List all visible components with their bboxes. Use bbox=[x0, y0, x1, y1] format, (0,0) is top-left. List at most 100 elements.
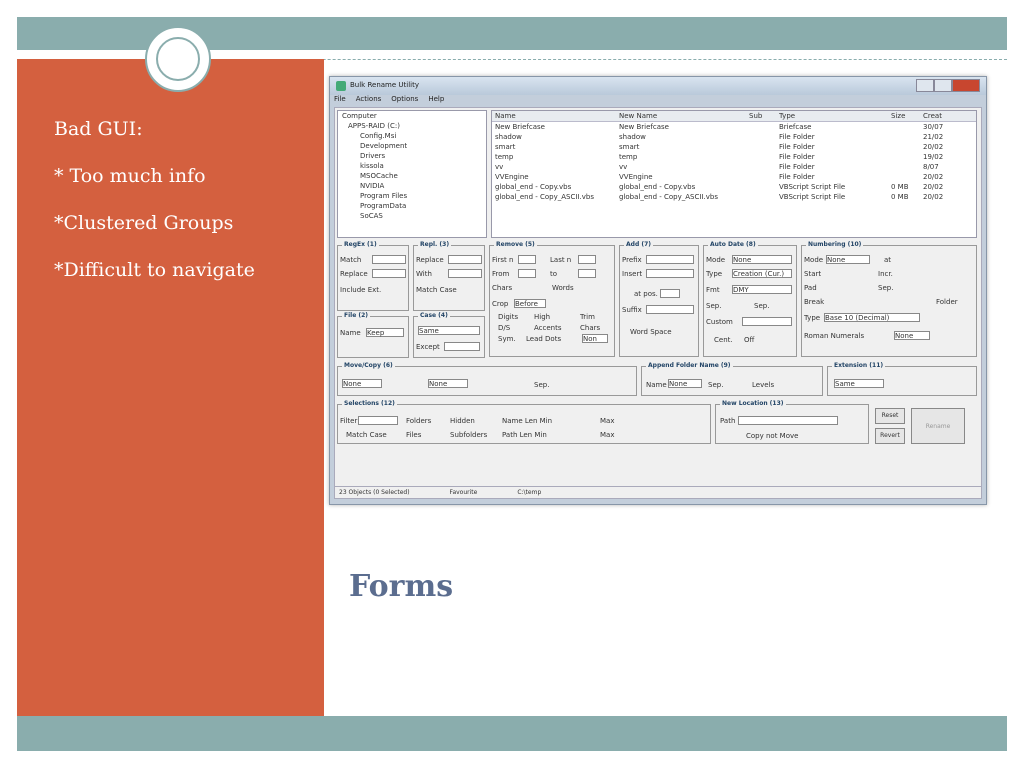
label-mode: Mode bbox=[706, 256, 726, 264]
label-folders: Folders bbox=[406, 417, 432, 425]
label-except: Except bbox=[416, 343, 440, 351]
move-copy-value-2: None bbox=[429, 380, 448, 388]
bullet-item: * Too much info bbox=[54, 165, 206, 187]
bullet-item: *Clustered Groups bbox=[54, 212, 234, 234]
file-new-name: global_end - Copy_ASCII.vbs bbox=[619, 193, 718, 201]
type-value: Creation (Cur.) bbox=[733, 270, 785, 278]
group-numbering: Numbering (10) Mode None at Start Incr. … bbox=[801, 241, 977, 357]
except-field bbox=[444, 342, 480, 351]
label-max: Max bbox=[600, 431, 615, 439]
group-regex: RegEx (1) Match Replace Include Ext. bbox=[337, 241, 409, 311]
status-path: C:\temp bbox=[517, 489, 542, 496]
group-label: Selections (12) bbox=[342, 400, 397, 407]
bottom-accent-bar bbox=[17, 716, 1007, 751]
label-words: Words bbox=[552, 284, 574, 292]
label-match-case: Match Case bbox=[416, 286, 457, 294]
file-name: global_end - Copy_ASCII.vbs bbox=[495, 193, 594, 201]
file-type: File Folder bbox=[779, 133, 815, 141]
file-sub bbox=[749, 172, 779, 182]
label-with: With bbox=[416, 270, 432, 278]
label-replace: Replace bbox=[416, 256, 444, 264]
group-label: RegEx (1) bbox=[342, 241, 379, 248]
path-field bbox=[738, 416, 838, 425]
col-type: Type bbox=[779, 112, 796, 120]
file-sub bbox=[749, 152, 779, 162]
last-n-field bbox=[578, 255, 596, 264]
file-sub bbox=[749, 192, 779, 202]
crop-value: Before bbox=[515, 300, 538, 308]
label-filter: Filter bbox=[340, 417, 358, 425]
menu-help: Help bbox=[428, 95, 445, 103]
status-objects: 23 Objects (0 Selected) bbox=[339, 489, 410, 496]
tree-item: Program Files bbox=[360, 192, 408, 200]
label-seg: Sep. bbox=[754, 302, 770, 310]
roman-select: None bbox=[894, 331, 930, 340]
num-type-select: Base 10 (Decimal) bbox=[824, 313, 920, 322]
menu-file: File bbox=[334, 95, 346, 103]
label-fmt: Fmt bbox=[706, 286, 720, 294]
case-value: Same bbox=[419, 327, 439, 335]
replace-field bbox=[372, 269, 406, 278]
tree-item: Computer bbox=[342, 112, 377, 120]
group-auto-date: Auto Date (8) Mode None Type Creation (C… bbox=[703, 241, 797, 357]
group-remove: Remove (5) First n Last n From to Chars … bbox=[489, 241, 615, 357]
label-start: Start bbox=[804, 270, 822, 278]
label-insert: Insert bbox=[622, 270, 643, 278]
menu-bar: File Actions Options Help bbox=[334, 95, 444, 107]
label-ds: D/S bbox=[498, 324, 511, 332]
status-favourite: Favourite bbox=[449, 489, 478, 496]
file-sub bbox=[749, 122, 779, 132]
col-size: Size bbox=[891, 112, 906, 120]
file-type: VBScript Script File bbox=[779, 193, 846, 201]
label-high: High bbox=[534, 313, 551, 321]
label-include-ext: Include Ext. bbox=[340, 286, 382, 294]
bullet-item: *Difficult to navigate bbox=[54, 259, 255, 281]
file-type: File Folder bbox=[779, 143, 815, 151]
group-new-location: New Location (13) Path Copy not Move bbox=[715, 400, 869, 444]
folder-tree: Computer APPS-RAID (C:) Config.Msi Devel… bbox=[337, 110, 487, 238]
file-size bbox=[891, 152, 923, 162]
file-type: Briefcase bbox=[779, 123, 812, 131]
file-created: 20/02 bbox=[923, 193, 944, 201]
label-off: Off bbox=[744, 336, 755, 344]
label-type: Type bbox=[804, 314, 821, 322]
label-suffix: Suffix bbox=[622, 306, 642, 314]
file-name: temp bbox=[495, 153, 514, 161]
col-name: Name bbox=[495, 112, 516, 120]
name-value: Keep bbox=[367, 329, 385, 337]
tree-item: APPS-RAID (C:) bbox=[348, 122, 400, 130]
col-created: Creat bbox=[923, 112, 942, 120]
file-created: 8/07 bbox=[923, 163, 939, 171]
mode-select: None bbox=[732, 255, 792, 264]
file-new-name: New Briefcase bbox=[619, 123, 669, 131]
file-created: 19/02 bbox=[923, 153, 944, 161]
slide: Bad GUI: * Too much info *Clustered Grou… bbox=[17, 17, 1007, 751]
group-label: Move/Copy (6) bbox=[342, 362, 395, 369]
file-type: File Folder bbox=[779, 153, 815, 161]
label-name: Name bbox=[646, 381, 667, 389]
file-name: shadow bbox=[495, 133, 522, 141]
group-extension: Extension (11) Same bbox=[827, 362, 977, 396]
group-file: File (2) Name Keep bbox=[337, 312, 409, 358]
file-row: vv vv File Folder 8/07 bbox=[492, 162, 976, 172]
label-sym: Sym. bbox=[498, 335, 516, 343]
tree-item: Config.Msi bbox=[360, 132, 397, 140]
num-mode-select: None bbox=[826, 255, 870, 264]
window-controls bbox=[916, 79, 980, 92]
tree-item: NVIDIA bbox=[360, 182, 385, 190]
file-sub bbox=[749, 162, 779, 172]
file-type: File Folder bbox=[779, 173, 815, 181]
label-break: Break bbox=[804, 298, 825, 306]
file-size bbox=[891, 162, 923, 172]
label-last-n: Last n bbox=[550, 256, 572, 264]
group-label: Append Folder Name (9) bbox=[646, 362, 733, 369]
file-new-name: smart bbox=[619, 143, 640, 151]
group-label: Numbering (10) bbox=[806, 241, 864, 248]
file-row: global_end - Copy_ASCII.vbs global_end - … bbox=[492, 192, 976, 202]
file-type: VBScript Script File bbox=[779, 183, 846, 191]
append-value: None bbox=[669, 380, 688, 388]
case-select: Same bbox=[418, 326, 480, 335]
slide-title: Forms bbox=[349, 569, 454, 604]
label-subfolders: Subfolders bbox=[450, 431, 488, 439]
type-select: Creation (Cur.) bbox=[732, 269, 792, 278]
